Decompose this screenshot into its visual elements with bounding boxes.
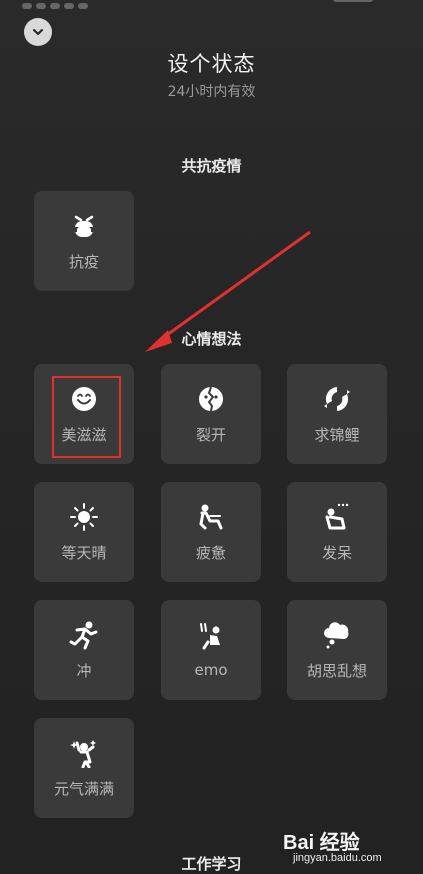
broken-face-icon [196, 384, 226, 414]
status-option-label: 发呆 [321, 543, 352, 562]
status-bar-right [333, 0, 373, 2]
status-option-yuanqimanman[interactable]: 元气满满 [34, 718, 134, 818]
page-title: 设个状态 [167, 52, 256, 76]
emo-icon [196, 621, 226, 651]
status-bar [0, 0, 423, 9]
status-option-label: 抗疫 [68, 252, 99, 271]
tired-person-icon [196, 502, 226, 532]
daydream-icon [322, 502, 352, 532]
status-option-husiluanxiang[interactable]: 胡思乱想 [287, 600, 387, 700]
highlight-box [52, 376, 121, 458]
status-option-pibei[interactable]: 疲惫 [161, 482, 261, 582]
status-option-label: 冲 [76, 661, 92, 680]
status-option-dengtianqing[interactable]: 等天晴 [34, 482, 134, 582]
sun-icon [69, 502, 99, 532]
status-option-label: 等天晴 [61, 543, 107, 562]
running-icon [69, 620, 99, 650]
chevron-down-icon [33, 29, 43, 35]
status-option-label: 疲惫 [195, 543, 226, 562]
status-option-label: 求锦鲤 [314, 425, 360, 444]
collapse-button[interactable] [24, 18, 52, 46]
status-option-chong[interactable]: 冲 [34, 600, 134, 700]
section-title-epidemic: 共抗疫情 [181, 157, 242, 175]
status-option-qiujinli[interactable]: 求锦鲤 [287, 364, 387, 464]
energetic-icon [69, 738, 99, 768]
status-option-label: 元气满满 [53, 779, 114, 798]
status-option-label: 裂开 [195, 425, 226, 444]
watermark-logo: Bai 经验 [283, 832, 360, 854]
status-option-label: emo [194, 661, 228, 679]
status-option-fadai[interactable]: 发呆 [287, 482, 387, 582]
thought-cloud-icon [322, 620, 352, 650]
mask-face-icon [69, 211, 99, 241]
koi-icon [322, 384, 352, 414]
status-option-liekai[interactable]: 裂开 [161, 364, 261, 464]
section-title-mood: 心情想法 [181, 330, 242, 348]
page-subtitle: 24小时内有效 [167, 84, 256, 100]
section-title-work: 工作学习 [181, 855, 242, 873]
status-bar-left [22, 0, 172, 9]
status-option-emo[interactable]: emo [161, 600, 261, 700]
status-option-label: 胡思乱想 [306, 661, 367, 680]
status-option-kangyi[interactable]: 抗疫 [34, 191, 134, 291]
